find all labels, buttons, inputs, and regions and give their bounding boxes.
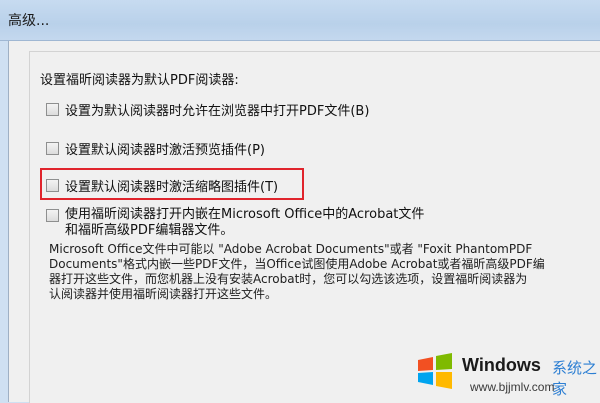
settings-heading: 设置福昕阅读器为默认PDF阅读器:: [40, 73, 239, 88]
option-thumbnail-plugin[interactable]: 设置默认阅读器时激活缩略图插件(T): [46, 176, 278, 195]
window-title: 高级...: [8, 13, 50, 29]
option-label-line1: 使用福昕阅读器打开内嵌在Microsoft Office中的Acrobat文件: [65, 207, 425, 222]
description-line: Documents"格式内嵌一些PDF文件，当Office试图使用Adobe A…: [49, 257, 545, 271]
watermark: Windows 系统之家 www.bjjmlv.com: [410, 349, 600, 402]
option-label: 设置为默认阅读器时允许在浏览器中打开PDF文件(B): [65, 104, 370, 119]
option-description: Microsoft Office文件中可能以 "Adobe Acrobat Do…: [49, 242, 589, 302]
option-office-embedded[interactable]: 使用福昕阅读器打开内嵌在Microsoft Office中的Acrobat文件 …: [46, 207, 424, 239]
description-line: Microsoft Office文件中可能以 "Adobe Acrobat Do…: [49, 242, 533, 256]
description-line: 器打开这些文件，而您机器上没有安装Acrobat时，您可以勾选该选项，设置福昕阅…: [49, 272, 528, 286]
watermark-brand: Windows: [462, 355, 541, 375]
description-line: 认阅读器并使用福昕阅读器打开这些文件。: [49, 287, 278, 301]
checkbox-thumbnail-plugin[interactable]: [46, 179, 59, 192]
checkbox-office-embedded[interactable]: [46, 209, 59, 222]
watermark-chinese: 系统之家: [552, 359, 598, 398]
option-label: 设置默认阅读器时激活缩略图插件(T): [65, 180, 279, 195]
option-preview-plugin[interactable]: 设置默认阅读器时激活预览插件(P): [46, 139, 265, 158]
checkbox-preview-plugin[interactable]: [46, 142, 59, 155]
windows-logo-icon: [418, 353, 452, 389]
option-open-in-browser[interactable]: 设置为默认阅读器时允许在浏览器中打开PDF文件(B): [46, 100, 369, 119]
watermark-url: www.bjjmlv.com: [470, 380, 555, 394]
title-bar: 高级...: [0, 0, 600, 41]
checkbox-open-in-browser[interactable]: [46, 103, 59, 116]
dialog-body: 设置福昕阅读器为默认PDF阅读器: 设置为默认阅读器时允许在浏览器中打开PDF文…: [8, 41, 600, 403]
option-label-line2: 和福昕高级PDF编辑器文件。: [65, 223, 234, 238]
option-label: 设置默认阅读器时激活预览插件(P): [65, 143, 265, 158]
